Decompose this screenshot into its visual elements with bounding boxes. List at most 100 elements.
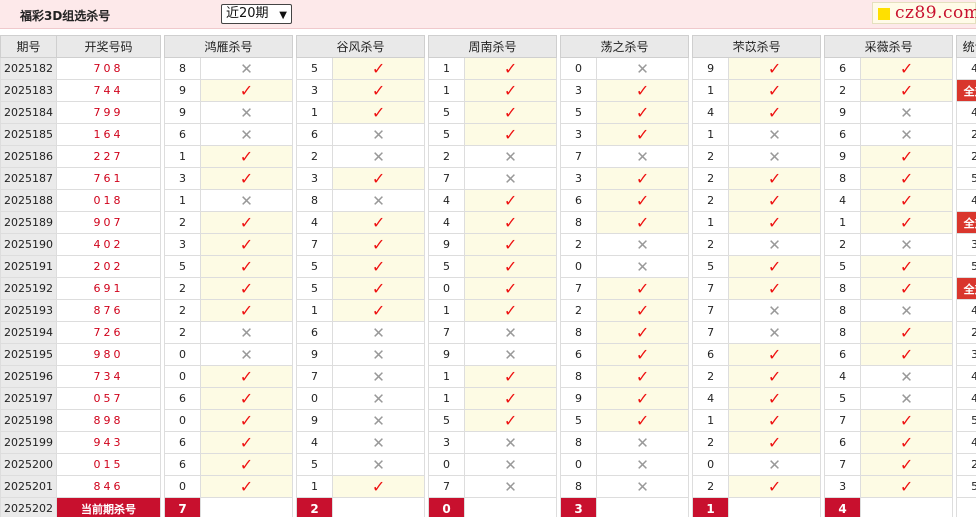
result-cell: ✕: [728, 145, 822, 168]
kill-number-cell: 8: [824, 277, 862, 300]
kill-number-cell: 2: [692, 365, 730, 388]
check-icon: ✓: [899, 278, 914, 298]
draw-number-cell: 734: [56, 365, 161, 388]
kill-number-cell: 6: [164, 123, 201, 146]
result-cell: ✕: [464, 453, 558, 476]
check-icon: ✓: [899, 212, 914, 232]
table-row: 20251880181 ✕ 8 ✕ 4 ✓ 6 ✓ 2 ✓ 4 ✓ 4: [0, 189, 976, 212]
kill-number-cell: 9: [164, 79, 201, 102]
result-cell: ✓: [596, 299, 690, 322]
kill-number-cell: 2: [692, 145, 730, 168]
result-cell: ✓: [199, 365, 294, 388]
result-cell: ✓: [596, 343, 690, 366]
period-select[interactable]: 近20期 ▼: [221, 4, 292, 24]
empty-cell: [728, 497, 822, 517]
check-icon: ✓: [899, 58, 914, 78]
kill-number-cell: 9: [428, 343, 466, 366]
issue-cell: 2025196: [0, 365, 57, 388]
col-header-expert: 芣苡杀号: [692, 35, 822, 58]
table-row: 20251970576 ✓ 0 ✕ 1 ✓ 9 ✓ 4 ✓ 5 ✕ 4: [0, 387, 976, 410]
kill-number-cell: 7: [560, 145, 598, 168]
result-cell: ✓: [596, 189, 690, 212]
current-kill-number: 3: [560, 497, 598, 517]
kill-number-cell: 7: [560, 277, 598, 300]
result-cell: ✓: [464, 365, 558, 388]
result-cell: ✓: [464, 79, 558, 102]
stat-count-cell: 4: [956, 57, 976, 80]
stat-count-cell: 5: [956, 167, 976, 190]
cross-icon: ✕: [768, 147, 781, 166]
result-cell: ✓: [728, 365, 822, 388]
draw-number-cell: 898: [56, 409, 161, 432]
kill-number-cell: 5: [428, 255, 466, 278]
table-row: 20251851646✕6✕5✓3✓1✕6✕2: [0, 123, 976, 146]
period-select-value: 近20期: [226, 6, 269, 21]
result-cell: ✓: [464, 123, 558, 146]
issue-cell: 2025188: [0, 189, 57, 212]
result-cell: ✕: [199, 123, 294, 146]
cross-icon: ✕: [504, 477, 517, 496]
result-cell: ✓: [860, 189, 954, 212]
result-cell: ✕: [199, 189, 294, 212]
cross-icon: ✕: [504, 433, 517, 452]
draw-number-cell: 876: [56, 299, 161, 322]
kill-number-cell: 9: [560, 387, 598, 410]
result-cell: ✓: [596, 409, 690, 432]
result-cell: ✓: [596, 277, 690, 300]
check-icon: ✓: [899, 432, 914, 452]
result-cell: ✕: [596, 57, 690, 80]
table-row: 20251899072 ✓ 4 ✓ 4 ✓ 8 ✓ 1 ✓ 1 ✓ 全对: [0, 211, 976, 234]
empty-cell: [596, 497, 690, 517]
result-cell: ✕: [199, 321, 294, 344]
result-cell: ✕: [332, 321, 426, 344]
kill-number-cell: 1: [296, 101, 334, 124]
kill-number-cell: 8: [824, 321, 862, 344]
result-cell: ✓: [860, 255, 954, 278]
result-cell: ✕: [199, 101, 294, 124]
kill-number-cell: 7: [296, 233, 334, 256]
result-cell: ✕: [596, 145, 690, 168]
site-logo[interactable]: cz89.com: [872, 2, 976, 24]
issue-cell: 2025199: [0, 431, 57, 454]
result-cell: ✓: [860, 453, 954, 476]
result-cell: ✕: [596, 453, 690, 476]
result-cell: ✓: [596, 365, 690, 388]
kill-number-cell: 1: [428, 365, 466, 388]
issue-cell: 2025202: [0, 497, 57, 517]
kill-number-cell: 5: [296, 277, 334, 300]
cross-icon: ✕: [636, 59, 649, 78]
result-cell: ✕: [332, 145, 426, 168]
cross-icon: ✕: [240, 103, 253, 122]
kill-number-cell: 2: [296, 145, 334, 168]
check-icon: ✓: [239, 80, 254, 100]
kill-number-cell: 8: [560, 321, 598, 344]
table-row: 20252000156 ✓ 5 ✕ 0 ✕ 0 ✕ 0 ✕ 7 ✓ 2: [0, 453, 976, 476]
cross-icon: ✕: [372, 411, 385, 430]
kill-number-cell: 6: [692, 343, 730, 366]
kill-number-cell: 6: [824, 57, 862, 80]
result-cell: ✕: [860, 123, 954, 146]
draw-number-cell: 057: [56, 387, 161, 410]
kill-number-cell: 2: [164, 277, 201, 300]
check-icon: ✓: [371, 256, 386, 276]
kill-number-cell: 9: [692, 57, 730, 80]
kill-number-cell: 2: [692, 431, 730, 454]
kill-number-cell: 1: [428, 57, 466, 80]
col-header-expert: 荡之杀号: [560, 35, 690, 58]
kill-number-cell: 0: [164, 343, 201, 366]
stat-count-cell: 3: [956, 343, 976, 366]
result-cell: ✓: [199, 145, 294, 168]
kill-number-cell: 3: [296, 79, 334, 102]
cross-icon: ✕: [768, 323, 781, 342]
issue-cell: 2025186: [0, 145, 57, 168]
result-cell: ✓: [596, 387, 690, 410]
check-icon: ✓: [635, 366, 650, 386]
kill-number-cell: 6: [824, 431, 862, 454]
cross-icon: ✕: [900, 389, 913, 408]
cross-icon: ✕: [240, 191, 253, 210]
check-icon: ✓: [767, 168, 782, 188]
kill-number-cell: 0: [164, 365, 201, 388]
kill-number-cell: 8: [296, 189, 334, 212]
check-icon: ✓: [899, 476, 914, 496]
result-cell: ✓: [464, 299, 558, 322]
